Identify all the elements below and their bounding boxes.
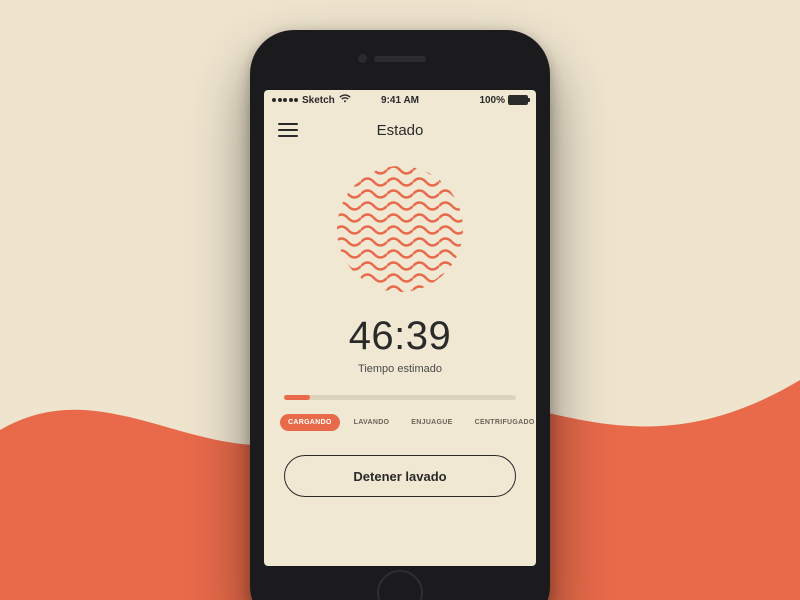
- battery-icon: [508, 95, 528, 105]
- step-enjuague[interactable]: ENJUAGUE: [403, 414, 460, 431]
- app-screen: Sketch 9:41 AM 100% Estado: [264, 90, 536, 566]
- menu-icon[interactable]: [278, 123, 298, 137]
- battery-pct: 100%: [479, 95, 505, 106]
- time-label: Tiempo estimado: [264, 363, 536, 375]
- timer: 46:39 Tiempo estimado: [264, 314, 536, 375]
- phone-frame: Sketch 9:41 AM 100% Estado: [250, 30, 550, 600]
- page-title: Estado: [377, 122, 424, 139]
- time-remaining: 46:39: [264, 314, 536, 359]
- step-centrifugado[interactable]: CENTRIFUGADO: [467, 414, 536, 431]
- carrier-label: Sketch: [302, 95, 335, 106]
- wifi-icon: [339, 94, 351, 106]
- signal-dots-icon: [272, 98, 298, 102]
- step-cargando[interactable]: CARGANDO: [280, 414, 340, 431]
- progress-fill: [284, 395, 310, 400]
- stop-wash-button[interactable]: Detener lavado: [284, 455, 516, 497]
- wash-steps: CARGANDO LAVANDO ENJUAGUE CENTRIFUGADO: [280, 414, 520, 431]
- step-lavando[interactable]: LAVANDO: [346, 414, 398, 431]
- statusbar-time: 9:41 AM: [381, 95, 419, 106]
- wave-circle-illustration: [335, 164, 465, 294]
- progress-bar: [284, 395, 516, 400]
- status-bar: Sketch 9:41 AM 100%: [264, 90, 536, 110]
- app-header: Estado: [264, 110, 536, 150]
